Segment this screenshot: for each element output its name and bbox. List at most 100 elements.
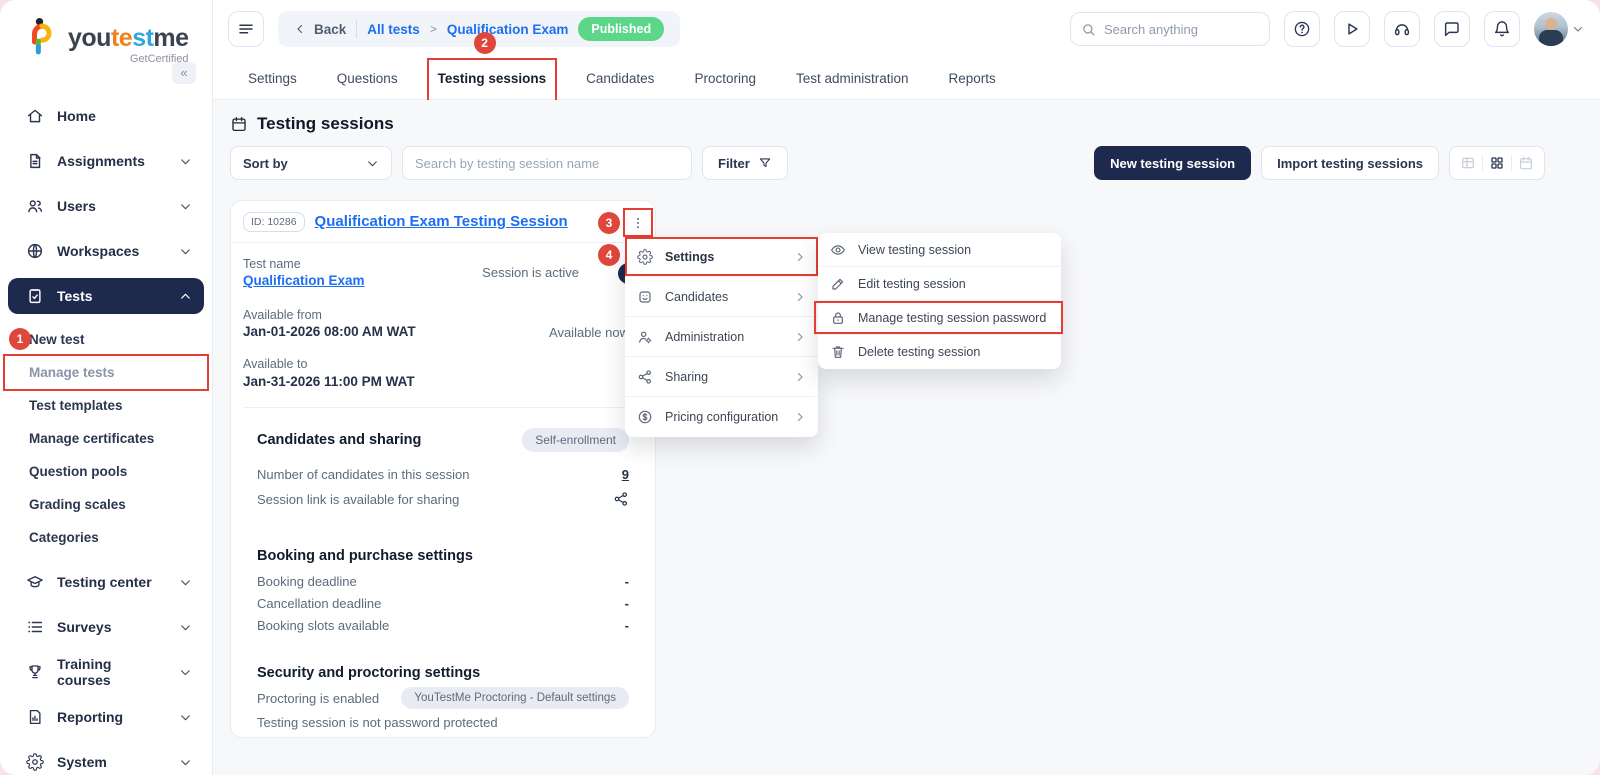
menu-item-label: Candidates	[665, 290, 728, 304]
hamburger-icon	[237, 20, 255, 38]
toolbar-left: Sort by Filter	[230, 146, 788, 180]
annotation-step-3: 3	[598, 212, 620, 234]
proctoring-enabled-label: Proctoring is enabled	[257, 691, 379, 706]
sort-by-select[interactable]: Sort by	[230, 146, 392, 180]
test-name-link[interactable]: Qualification Exam	[243, 272, 365, 291]
candidates-count-label: Number of candidates in this session	[257, 467, 469, 482]
sidebar-subitem-label: New test	[29, 332, 85, 347]
submenu-item-view-testing-session[interactable]: View testing session	[818, 233, 1061, 267]
lock-icon	[830, 310, 846, 326]
user-menu[interactable]	[1534, 12, 1584, 46]
menu-item-label: Sharing	[665, 370, 708, 384]
session-kebab-menu-button[interactable]: 3 4	[623, 208, 653, 237]
chevron-down-icon	[179, 621, 192, 634]
sidebar-item-surveys[interactable]: Surveys	[8, 609, 204, 645]
menu-item-pricing-configuration[interactable]: Pricing configuration	[625, 397, 818, 437]
sidebar-item-testing-center[interactable]: Testing center	[8, 564, 204, 600]
app-window: youtestme GetCertified « Home Assignment…	[0, 0, 1600, 775]
tab-settings[interactable]: Settings	[248, 58, 297, 99]
table-view-icon	[1460, 155, 1476, 171]
annotation-step-4: 4	[598, 244, 620, 266]
session-search-input[interactable]	[415, 156, 679, 171]
available-to-label: Available to	[243, 356, 629, 372]
help-button[interactable]	[1284, 11, 1320, 47]
session-title-link[interactable]: Qualification Exam Testing Session	[315, 213, 568, 230]
back-button[interactable]: Back	[294, 22, 346, 37]
support-button[interactable]	[1384, 11, 1420, 47]
sidebar-subitem-question-pools[interactable]: Question pools	[0, 455, 212, 488]
eye-icon	[830, 242, 846, 258]
sort-by-label: Sort by	[243, 156, 288, 171]
chat-icon	[1443, 20, 1461, 38]
sidebar-subitem-new-test[interactable]: 1 New test	[0, 323, 212, 356]
menu-item-administration[interactable]: Administration	[625, 317, 818, 357]
global-search-input[interactable]	[1104, 22, 1259, 37]
sidebar-subitem-test-templates[interactable]: Test templates	[0, 389, 212, 422]
menu-item-candidates[interactable]: Candidates	[625, 277, 818, 317]
filter-button[interactable]: Filter	[702, 146, 788, 180]
logo-part-you: you	[68, 24, 111, 52]
pricing-icon	[637, 409, 653, 425]
tab-reports[interactable]: Reports	[949, 58, 996, 99]
messages-button[interactable]	[1434, 11, 1470, 47]
import-testing-sessions-button[interactable]: Import testing sessions	[1261, 146, 1439, 180]
sidebar-subitem-categories[interactable]: Categories	[0, 521, 212, 554]
grid-view-button[interactable]	[1483, 147, 1511, 179]
tests-icon	[26, 287, 44, 305]
tab-candidates[interactable]: Candidates	[586, 58, 654, 99]
sidebar-subitem-grading-scales[interactable]: Grading scales	[0, 488, 212, 521]
sidebar-item-tests[interactable]: Tests	[8, 278, 204, 314]
tab-test-administration[interactable]: Test administration	[796, 58, 909, 99]
submenu-item-edit-testing-session[interactable]: Edit testing session	[818, 267, 1061, 301]
tab-testing-sessions[interactable]: Testing sessions 2	[438, 58, 547, 99]
sidebar-nav: Home Assignments Users Workspaces Tests	[0, 92, 212, 775]
table-view-button[interactable]	[1454, 147, 1482, 179]
sidebar-item-system[interactable]: System	[8, 744, 204, 775]
booking-deadline-value: -	[625, 574, 629, 589]
sidebar-item-label: Home	[57, 108, 96, 124]
sidebar-item-training-courses[interactable]: Training courses	[8, 654, 204, 690]
breadcrumb-current-link[interactable]: Qualification Exam	[447, 22, 569, 37]
sidebar-subitem-manage-tests[interactable]: Manage tests	[0, 356, 212, 389]
sidebar-subitem-manage-certificates[interactable]: Manage certificates	[0, 422, 212, 455]
share-icon	[637, 369, 653, 385]
sidebar-item-home[interactable]: Home	[8, 98, 204, 134]
tab-questions[interactable]: Questions	[337, 58, 398, 99]
list-icon	[26, 618, 44, 636]
sidebar-subitem-label: Categories	[29, 530, 99, 545]
notifications-button[interactable]	[1484, 11, 1520, 47]
graduation-cap-icon	[26, 573, 44, 591]
menu-item-sharing[interactable]: Sharing	[625, 357, 818, 397]
chevron-down-icon	[179, 711, 192, 724]
sidebar-collapse-button[interactable]: «	[172, 62, 196, 84]
tab-proctoring[interactable]: Proctoring	[694, 58, 756, 99]
annotation-red-frame-settings	[625, 237, 818, 276]
submenu-item-delete-testing-session[interactable]: Delete testing session	[818, 335, 1061, 369]
sidebar-subitem-label: Question pools	[29, 464, 127, 479]
sidebar-item-reporting[interactable]: Reporting	[8, 699, 204, 735]
tab-label: Candidates	[586, 71, 654, 86]
calendar-view-button[interactable]	[1512, 147, 1540, 179]
menu-item-settings[interactable]: Settings	[625, 237, 818, 277]
sidebar-item-users[interactable]: Users	[8, 188, 204, 224]
sidebar-item-workspaces[interactable]: Workspaces	[8, 233, 204, 269]
new-testing-session-button[interactable]: New testing session	[1094, 146, 1251, 180]
candidates-count-link[interactable]: 9	[622, 467, 629, 482]
security-heading: Security and proctoring settings	[257, 665, 629, 681]
tutorial-play-button[interactable]	[1334, 11, 1370, 47]
report-icon	[26, 708, 44, 726]
available-now-label: Available now	[549, 325, 629, 342]
submenu-item-manage-testing-session-password[interactable]: Manage testing session password	[818, 301, 1061, 335]
settings-submenu: View testing session Edit testing sessio…	[818, 233, 1061, 369]
assignments-icon	[26, 152, 44, 170]
hamburger-menu-button[interactable]	[228, 11, 264, 47]
sidebar-item-assignments[interactable]: Assignments	[8, 143, 204, 179]
breadcrumb-all-tests-link[interactable]: All tests	[367, 22, 420, 37]
share-icon[interactable]	[613, 491, 629, 507]
chevron-up-icon	[179, 290, 192, 303]
chevron-right-icon	[794, 411, 806, 423]
users-icon	[26, 197, 44, 215]
session-active-label: Session is active	[482, 265, 579, 282]
sidebar-subitem-label: Manage tests	[29, 365, 115, 380]
annotation-step-2: 2	[474, 32, 496, 54]
